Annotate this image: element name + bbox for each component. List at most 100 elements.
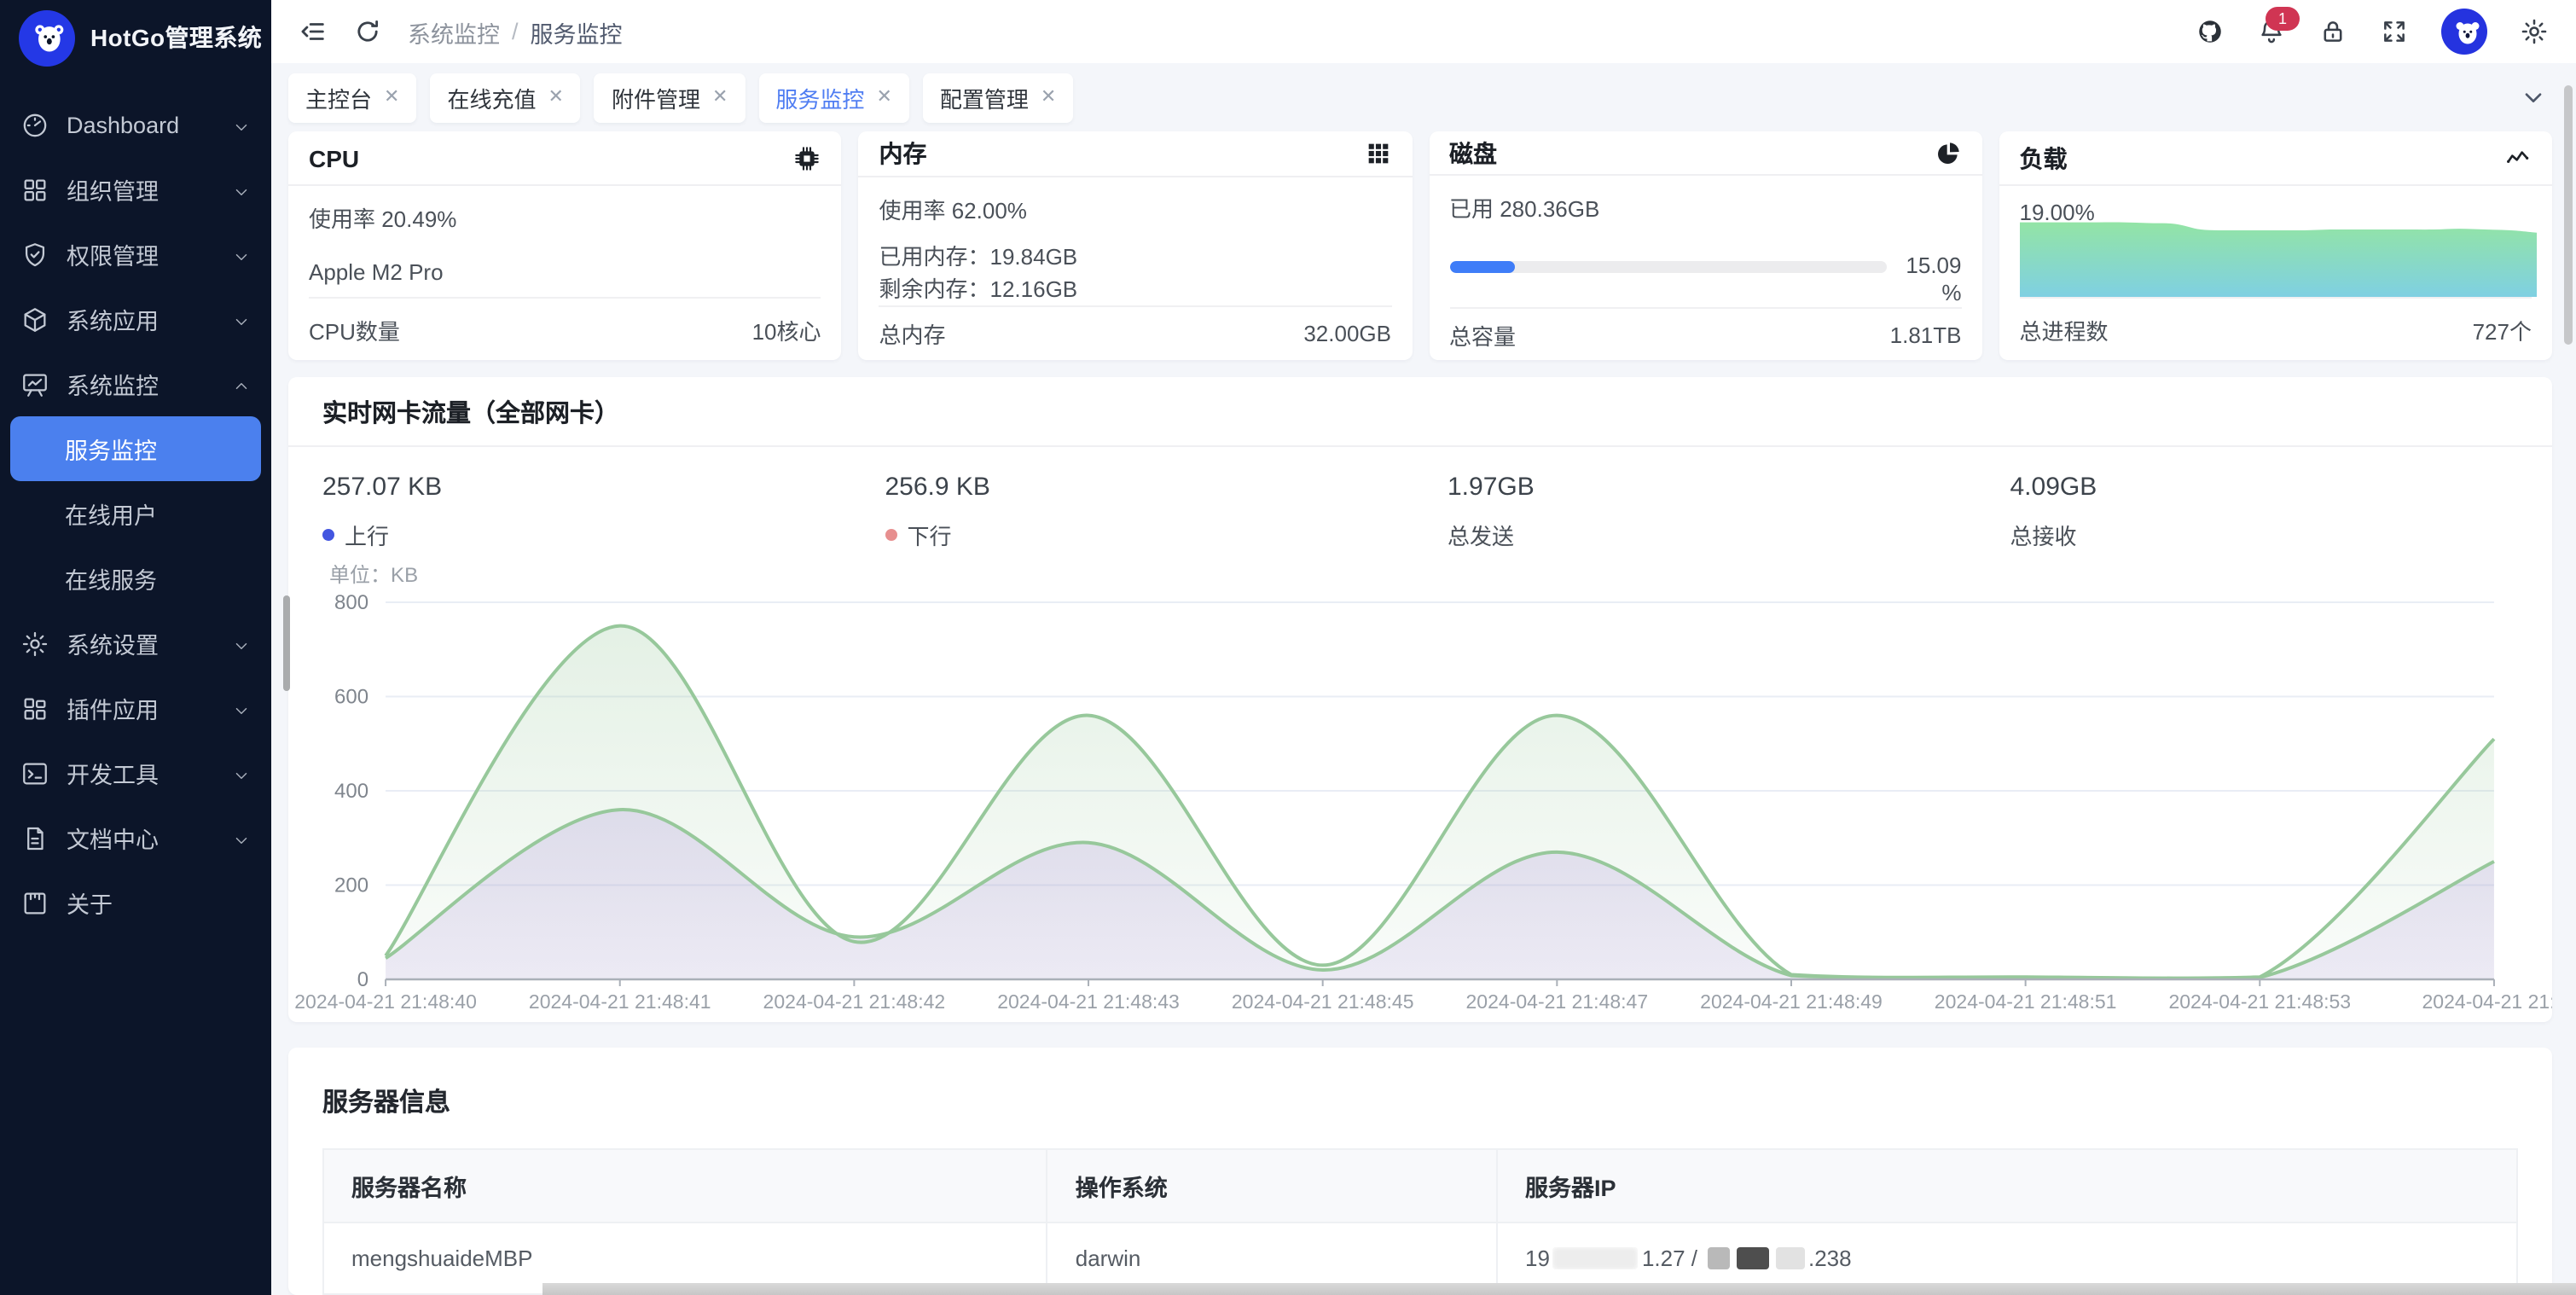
tab-online-recharge[interactable]: 在线充值 ✕ (430, 73, 580, 122)
chevron-down-icon (232, 764, 251, 782)
disk-percent: 15.09 % (1900, 253, 1962, 308)
tab-attachments[interactable]: 附件管理 ✕ (595, 73, 745, 122)
user-avatar[interactable] (2441, 9, 2487, 55)
sidebar-item-organization[interactable]: 组织管理 (0, 157, 271, 222)
tab-close-icon[interactable]: ✕ (1041, 88, 1056, 107)
tab-close-icon[interactable]: ✕ (712, 88, 728, 107)
svg-text:2024-04-21 21:48:45: 2024-04-21 21:48:45 (1232, 990, 1414, 1013)
chevron-down-icon (232, 699, 251, 717)
svg-text:2024-04-21 21:48:53: 2024-04-21 21:48:53 (2168, 990, 2351, 1013)
cpu-footer-value: 10核心 (752, 313, 821, 346)
refresh-icon[interactable] (353, 17, 382, 46)
gear-icon (20, 629, 49, 658)
chevron-down-icon (232, 115, 251, 134)
main-area: 系统监控 / 服务监控 1 (271, 0, 2576, 1295)
breadcrumb-parent[interactable]: 系统监控 (408, 15, 500, 49)
sidebar-item-label: 系统应用 (67, 302, 215, 336)
svg-text:2024-04-21 21:48:49: 2024-04-21 21:48:49 (1700, 990, 1883, 1013)
stat-label: 上行 (345, 519, 389, 551)
tab-label: 在线充值 (447, 81, 536, 113)
tab-label: 服务监控 (775, 81, 864, 113)
chevron-down-icon (232, 180, 251, 199)
sidebar-item-online-users[interactable]: 在线用户 (0, 481, 271, 546)
sidebar-nav: Dashboard 组织管理 权限管理 系统应用 系统监控 (0, 75, 271, 1295)
disk-footer-label: 总容量 (1449, 318, 1516, 351)
svg-text:800: 800 (334, 591, 368, 614)
sidebar-item-about[interactable]: 关于 (0, 870, 271, 935)
menu-fold-icon[interactable] (299, 17, 328, 46)
about-frame-icon (20, 888, 49, 917)
stat-label: 下行 (908, 519, 952, 551)
load-footer-label: 总进程数 (2020, 313, 2109, 346)
memory-grid-icon (1364, 140, 1391, 167)
gear-icon[interactable] (2520, 17, 2549, 46)
content-scrollbar-thumb[interactable] (283, 595, 290, 691)
tab-service-monitor[interactable]: 服务监控 ✕ (758, 73, 908, 122)
load-footer-value: 727个 (2473, 313, 2532, 346)
traffic-stats-row: 257.07 KB 上行 256.9 KB 下行 1.97GB 总发送 4.09… (288, 447, 2552, 551)
sidebar-item-docs[interactable]: 文档中心 (0, 805, 271, 870)
memory-card: 内存 使用率 62.00% 已用内存：19.84GB 剩余内存：12.16GB … (859, 131, 1413, 360)
sidebar-item-label: 关于 (67, 886, 251, 920)
sidebar-item-dashboard[interactable]: Dashboard (0, 92, 271, 157)
sidebar-item-system-apps[interactable]: 系统应用 (0, 287, 271, 351)
sidebar-item-service-monitor[interactable]: 服务监控 (10, 416, 261, 481)
sidebar-item-system-monitor[interactable]: 系统监控 (0, 351, 271, 416)
tab-close-icon[interactable]: ✕ (384, 88, 399, 107)
github-icon[interactable] (2196, 17, 2225, 46)
cpu-model: Apple M2 Pro (309, 259, 821, 285)
sidebar-item-label: 权限管理 (67, 237, 215, 271)
cpu-usage: 使用率 20.49% (309, 201, 821, 234)
notifications[interactable]: 1 (2257, 17, 2286, 46)
disk-card: 磁盘 已用 280.36GB 15.09 % 总容量 (1429, 131, 1982, 360)
ip-redaction-block (1776, 1247, 1805, 1269)
monitor-chart-icon (20, 369, 49, 398)
svg-text:200: 200 (334, 874, 368, 897)
svg-text:600: 600 (334, 686, 368, 709)
tab-list-dropdown-icon[interactable] (2520, 84, 2547, 111)
notification-badge: 1 (2266, 7, 2300, 31)
ip-redaction-block (1553, 1247, 1639, 1269)
stat-label: 总接收 (2010, 519, 2077, 551)
stat-label: 总发送 (1448, 519, 1514, 551)
sidebar-item-label: 系统设置 (67, 626, 215, 660)
ip-redaction-block (1708, 1247, 1730, 1269)
terminal-icon (20, 758, 49, 787)
tab-dashboard[interactable]: 主控台 ✕ (288, 73, 416, 122)
page-scrollbar-thumb[interactable] (2564, 85, 2573, 345)
tab-bar: 主控台 ✕ 在线充值 ✕ 附件管理 ✕ 服务监控 ✕ 配置管理 ✕ (271, 63, 2576, 131)
breadcrumb: 系统监控 / 服务监控 (408, 15, 623, 49)
tab-label: 主控台 (305, 81, 372, 113)
tab-close-icon[interactable]: ✕ (876, 88, 891, 107)
stat-total-received: 4.09GB 总接收 (1983, 473, 2546, 551)
traffic-card: 实时网卡流量（全部网卡） 257.07 KB 上行 256.9 KB 下行 1.… (288, 377, 2552, 1022)
svg-text:2024-04-21 21:48:43: 2024-04-21 21:48:43 (997, 990, 1180, 1013)
sidebar-item-online-services[interactable]: 在线服务 (0, 546, 271, 611)
sidebar-item-label: 在线服务 (65, 561, 251, 595)
cpu-card-title: CPU (309, 144, 359, 171)
tab-config[interactable]: 配置管理 ✕ (923, 73, 1073, 122)
server-info-card: 服务器信息 服务器名称 操作系统 服务器IP mengshuaideMBP da… (288, 1048, 2552, 1295)
app-window: HotGo管理系统 Dashboard 组织管理 权限管理 系统应用 (0, 0, 2576, 1295)
stat-downstream: 256.9 KB 下行 (858, 473, 1421, 551)
top-bar: 系统监控 / 服务监控 1 (271, 0, 2576, 63)
chevron-down-icon (232, 310, 251, 328)
sidebar-item-plugins[interactable]: 插件应用 (0, 676, 271, 740)
stat-cards-row: CPU 使用率 20.49% Apple M2 Pro CPU数量 10核心 内… (288, 131, 2552, 360)
server-info-title: 服务器信息 (322, 1083, 2518, 1119)
lock-icon[interactable] (2318, 17, 2347, 46)
sidebar-item-dev-tools[interactable]: 开发工具 (0, 740, 271, 805)
sidebar-item-system-settings[interactable]: 系统设置 (0, 611, 271, 676)
load-sparkline (2020, 217, 2538, 297)
fullscreen-icon[interactable] (2380, 17, 2409, 46)
tab-close-icon[interactable]: ✕ (548, 88, 564, 107)
gauge-icon (20, 110, 49, 139)
stat-total-sent: 1.97GB 总发送 (1420, 473, 1983, 551)
traffic-chart[interactable]: 单位：KB02004006008002024-04-21 21:48:40202… (288, 565, 2552, 1022)
logo-row[interactable]: HotGo管理系统 (0, 0, 271, 75)
svg-text:单位：KB: 单位：KB (329, 565, 418, 587)
memory-free: 剩余内存：12.16GB (879, 274, 1392, 306)
clipped-next-row (542, 1283, 2576, 1295)
sidebar-item-label: 组织管理 (67, 172, 215, 206)
sidebar-item-permissions[interactable]: 权限管理 (0, 222, 271, 287)
